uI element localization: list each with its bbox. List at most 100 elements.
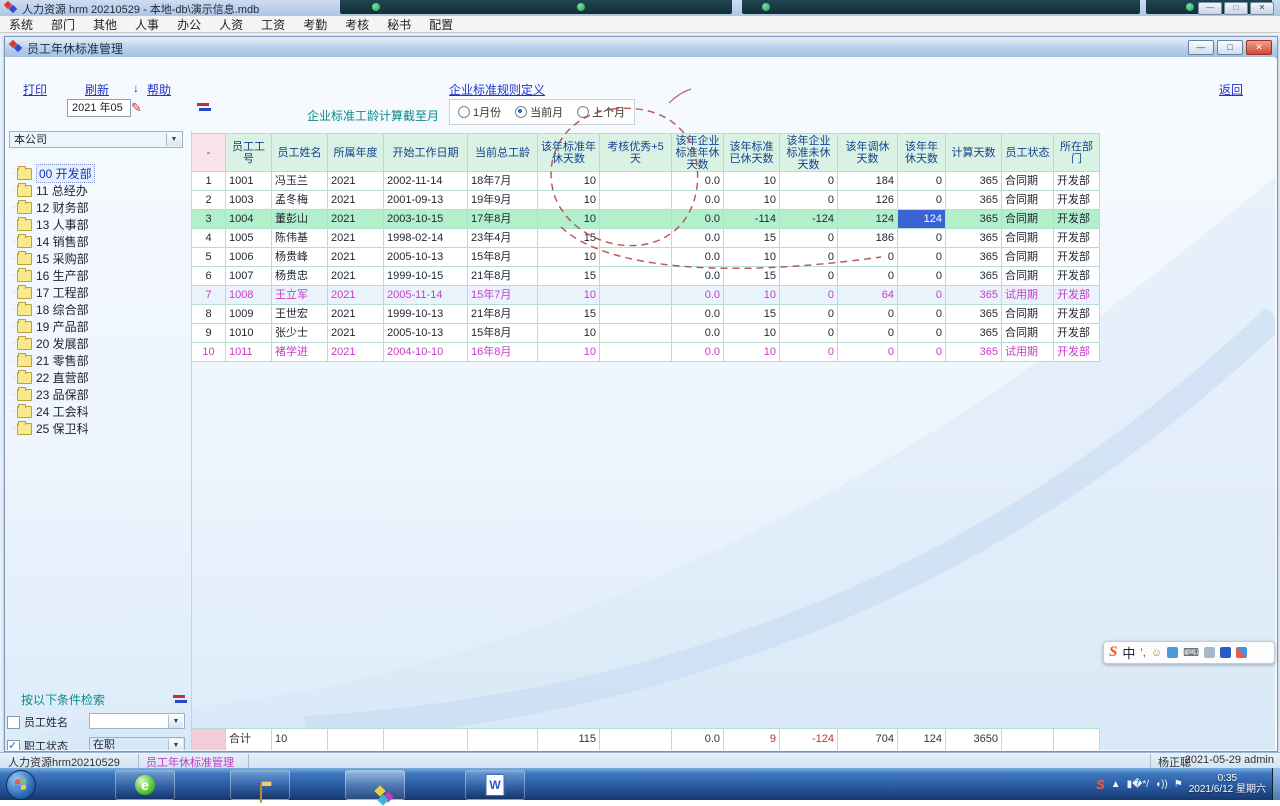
table-cell[interactable]: 开发部 [1054, 172, 1100, 191]
sogou-tray-icon[interactable]: S [1096, 777, 1105, 792]
table-cell[interactable]: 365 [946, 286, 1002, 305]
table-cell[interactable]: 2021 [328, 267, 384, 286]
table-cell[interactable]: 1003 [226, 191, 272, 210]
table-cell[interactable]: 0.0 [672, 324, 724, 343]
tree-item-21[interactable]: 21 零售部 [11, 352, 189, 369]
radio-当前月[interactable]: 当前月 [515, 104, 563, 120]
table-cell[interactable]: 2021 [328, 343, 384, 362]
table-cell[interactable]: 1998-02-14 [384, 229, 468, 248]
table-cell[interactable]: 365 [946, 267, 1002, 286]
table-cell[interactable]: 0 [898, 324, 946, 343]
table-cell[interactable]: 2004-10-10 [384, 343, 468, 362]
tree-item-14[interactable]: 14 销售部 [11, 233, 189, 250]
table-cell[interactable]: 0.0 [672, 172, 724, 191]
table-cell[interactable]: 184 [838, 172, 898, 191]
column-header-8[interactable]: 该年企业标准年休天数 [672, 134, 724, 172]
table-cell[interactable]: 孟冬梅 [272, 191, 328, 210]
table-cell[interactable]: 开发部 [1054, 305, 1100, 324]
chevron-down-icon[interactable]: ▼ [168, 739, 183, 750]
table-cell[interactable]: 1005 [226, 229, 272, 248]
tree-item-18[interactable]: 18 综合部 [11, 301, 189, 318]
table-cell[interactable]: 10 [724, 248, 780, 267]
table-cell[interactable] [600, 191, 672, 210]
table-cell[interactable]: 3 [192, 210, 226, 229]
ime-toolbox-icon[interactable] [1220, 647, 1231, 658]
table-cell[interactable]: 0 [838, 267, 898, 286]
table-cell[interactable]: 365 [946, 324, 1002, 343]
table-cell[interactable]: 0 [780, 343, 838, 362]
table-cell[interactable]: 2002-11-14 [384, 172, 468, 191]
menu-item-9[interactable]: 考核 [336, 16, 378, 33]
table-cell[interactable]: 5 [192, 248, 226, 267]
table-cell[interactable]: 10 [724, 343, 780, 362]
menu-item-7[interactable]: 工资 [252, 16, 294, 33]
table-cell[interactable]: 0 [898, 343, 946, 362]
table-cell[interactable]: -114 [724, 210, 780, 229]
table-cell[interactable]: 0 [898, 267, 946, 286]
employee-name-select[interactable]: ▼ [89, 713, 185, 729]
tree-item-19[interactable]: 19 产品部 [11, 318, 189, 335]
table-cell[interactable]: 0.0 [672, 286, 724, 305]
radio-circle-icon[interactable] [515, 106, 527, 118]
tree-item-22[interactable]: 22 直营部 [11, 369, 189, 386]
table-cell[interactable]: 2021 [328, 172, 384, 191]
column-header-11[interactable]: 该年调休天数 [838, 134, 898, 172]
table-cell[interactable]: 1 [192, 172, 226, 191]
table-row[interactable]: 41005陈伟基20211998-02-1423年4月150.015018603… [192, 229, 1100, 248]
table-cell[interactable]: 开发部 [1054, 324, 1100, 343]
table-cell[interactable]: 16年8月 [468, 343, 538, 362]
table-cell[interactable]: 0 [780, 324, 838, 343]
edit-pencil-icon[interactable]: ✎ [131, 101, 145, 115]
table-cell[interactable]: 365 [946, 343, 1002, 362]
table-cell[interactable]: 10 [538, 324, 600, 343]
table-cell[interactable]: 10 [724, 191, 780, 210]
chevron-down-icon[interactable]: ▼ [166, 133, 181, 146]
column-header-0[interactable]: - [192, 134, 226, 172]
menu-item-10[interactable]: 秘书 [378, 16, 420, 33]
table-cell[interactable] [600, 324, 672, 343]
table-cell[interactable]: 2021 [328, 248, 384, 267]
table-cell[interactable]: 0 [898, 286, 946, 305]
tree-item-12[interactable]: 12 财务部 [11, 199, 189, 216]
column-header-3[interactable]: 所属年度 [328, 134, 384, 172]
menu-item-4[interactable]: 人事 [126, 16, 168, 33]
table-cell[interactable]: 2005-10-13 [384, 324, 468, 343]
start-button[interactable] [6, 770, 36, 800]
table-cell[interactable]: 64 [838, 286, 898, 305]
taskbar-button-explorer[interactable] [230, 770, 290, 800]
table-cell[interactable]: 0 [780, 267, 838, 286]
child-restore-button[interactable]: □ [1217, 40, 1243, 55]
table-cell[interactable]: 1007 [226, 267, 272, 286]
table-cell[interactable]: 0 [898, 305, 946, 324]
radio-上个月[interactable]: 上个月 [577, 104, 625, 120]
table-row[interactable]: 71008王立军20212005-11-1415年7月100.010064036… [192, 286, 1100, 305]
table-cell[interactable]: 开发部 [1054, 248, 1100, 267]
year-month-input[interactable]: 2021 年05 [67, 99, 131, 117]
table-cell[interactable]: 19年9月 [468, 191, 538, 210]
table-cell[interactable]: 0 [780, 191, 838, 210]
table-row[interactable]: 21003孟冬梅20212001-09-1319年9月100.010012603… [192, 191, 1100, 210]
table-cell[interactable]: 124 [898, 210, 946, 229]
table-cell[interactable]: 10 [192, 343, 226, 362]
table-cell[interactable]: 1008 [226, 286, 272, 305]
table-cell[interactable]: 21年8月 [468, 267, 538, 286]
table-cell[interactable]: 开发部 [1054, 343, 1100, 362]
table-cell[interactable]: 2005-10-13 [384, 248, 468, 267]
table-cell[interactable]: 0.0 [672, 305, 724, 324]
table-cell[interactable]: 15 [538, 229, 600, 248]
employee-status-select[interactable]: 在职 ▼ [89, 737, 185, 750]
taskbar-button-browser[interactable]: e [115, 770, 175, 800]
table-row[interactable]: 81009王世宏20211999-10-1321年8月150.015000365… [192, 305, 1100, 324]
table-cell[interactable]: 23年4月 [468, 229, 538, 248]
table-cell[interactable]: 0 [838, 343, 898, 362]
table-cell[interactable]: 15年7月 [468, 286, 538, 305]
tree-item-13[interactable]: 13 人事部 [11, 216, 189, 233]
table-row[interactable]: 31004董彭山20212003-10-1517年8月100.0-114-124… [192, 210, 1100, 229]
show-desktop-button[interactable] [1272, 768, 1280, 800]
menu-item-5[interactable]: 办公 [168, 16, 210, 33]
table-cell[interactable]: 陈伟基 [272, 229, 328, 248]
column-header-10[interactable]: 该年企业标准未休天数 [780, 134, 838, 172]
table-cell[interactable]: 2 [192, 191, 226, 210]
table-cell[interactable]: 合同期 [1002, 267, 1054, 286]
table-cell[interactable]: 10 [538, 343, 600, 362]
